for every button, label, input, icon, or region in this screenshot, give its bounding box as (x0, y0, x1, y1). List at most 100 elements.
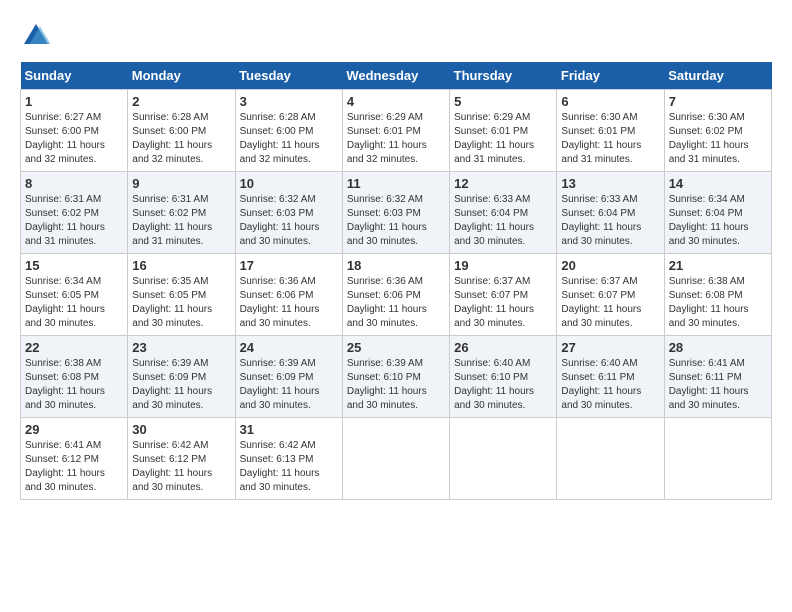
day-number: 6 (561, 94, 659, 109)
calendar-cell: 12 Sunrise: 6:33 AMSunset: 6:04 PMDaylig… (450, 172, 557, 254)
week-row-3: 15 Sunrise: 6:34 AMSunset: 6:05 PMDaylig… (21, 254, 772, 336)
day-number: 8 (25, 176, 123, 191)
day-number: 10 (240, 176, 338, 191)
weekday-header-tuesday: Tuesday (235, 62, 342, 90)
calendar-cell: 19 Sunrise: 6:37 AMSunset: 6:07 PMDaylig… (450, 254, 557, 336)
calendar-cell: 1 Sunrise: 6:27 AMSunset: 6:00 PMDayligh… (21, 90, 128, 172)
calendar-cell: 3 Sunrise: 6:28 AMSunset: 6:00 PMDayligh… (235, 90, 342, 172)
day-info: Sunrise: 6:27 AMSunset: 6:00 PMDaylight:… (25, 111, 123, 167)
day-info: Sunrise: 6:38 AMSunset: 6:08 PMDaylight:… (25, 357, 123, 413)
day-info: Sunrise: 6:30 AMSunset: 6:02 PMDaylight:… (669, 111, 767, 167)
calendar-cell: 9 Sunrise: 6:31 AMSunset: 6:02 PMDayligh… (128, 172, 235, 254)
day-number: 13 (561, 176, 659, 191)
day-number: 29 (25, 422, 123, 437)
day-info: Sunrise: 6:33 AMSunset: 6:04 PMDaylight:… (454, 193, 552, 249)
calendar-cell: 16 Sunrise: 6:35 AMSunset: 6:05 PMDaylig… (128, 254, 235, 336)
day-info: Sunrise: 6:36 AMSunset: 6:06 PMDaylight:… (240, 275, 338, 331)
calendar-cell: 10 Sunrise: 6:32 AMSunset: 6:03 PMDaylig… (235, 172, 342, 254)
day-number: 22 (25, 340, 123, 355)
calendar-cell: 27 Sunrise: 6:40 AMSunset: 6:11 PMDaylig… (557, 336, 664, 418)
day-info: Sunrise: 6:29 AMSunset: 6:01 PMDaylight:… (347, 111, 445, 167)
day-info: Sunrise: 6:41 AMSunset: 6:11 PMDaylight:… (669, 357, 767, 413)
weekday-header-row: SundayMondayTuesdayWednesdayThursdayFrid… (21, 62, 772, 90)
calendar-cell: 13 Sunrise: 6:33 AMSunset: 6:04 PMDaylig… (557, 172, 664, 254)
day-info: Sunrise: 6:37 AMSunset: 6:07 PMDaylight:… (561, 275, 659, 331)
calendar-cell (664, 418, 771, 500)
logo (20, 20, 56, 52)
calendar-cell: 2 Sunrise: 6:28 AMSunset: 6:00 PMDayligh… (128, 90, 235, 172)
calendar-cell: 17 Sunrise: 6:36 AMSunset: 6:06 PMDaylig… (235, 254, 342, 336)
day-info: Sunrise: 6:32 AMSunset: 6:03 PMDaylight:… (240, 193, 338, 249)
day-number: 11 (347, 176, 445, 191)
day-info: Sunrise: 6:34 AMSunset: 6:05 PMDaylight:… (25, 275, 123, 331)
calendar-cell: 26 Sunrise: 6:40 AMSunset: 6:10 PMDaylig… (450, 336, 557, 418)
day-number: 9 (132, 176, 230, 191)
week-row-1: 1 Sunrise: 6:27 AMSunset: 6:00 PMDayligh… (21, 90, 772, 172)
calendar-cell: 28 Sunrise: 6:41 AMSunset: 6:11 PMDaylig… (664, 336, 771, 418)
calendar-cell: 21 Sunrise: 6:38 AMSunset: 6:08 PMDaylig… (664, 254, 771, 336)
day-number: 4 (347, 94, 445, 109)
day-number: 23 (132, 340, 230, 355)
day-number: 2 (132, 94, 230, 109)
day-info: Sunrise: 6:39 AMSunset: 6:09 PMDaylight:… (240, 357, 338, 413)
calendar-cell (450, 418, 557, 500)
day-info: Sunrise: 6:28 AMSunset: 6:00 PMDaylight:… (240, 111, 338, 167)
week-row-4: 22 Sunrise: 6:38 AMSunset: 6:08 PMDaylig… (21, 336, 772, 418)
weekday-header-friday: Friday (557, 62, 664, 90)
day-info: Sunrise: 6:30 AMSunset: 6:01 PMDaylight:… (561, 111, 659, 167)
day-number: 27 (561, 340, 659, 355)
day-info: Sunrise: 6:35 AMSunset: 6:05 PMDaylight:… (132, 275, 230, 331)
calendar-cell: 4 Sunrise: 6:29 AMSunset: 6:01 PMDayligh… (342, 90, 449, 172)
weekday-header-thursday: Thursday (450, 62, 557, 90)
day-info: Sunrise: 6:33 AMSunset: 6:04 PMDaylight:… (561, 193, 659, 249)
day-info: Sunrise: 6:34 AMSunset: 6:04 PMDaylight:… (669, 193, 767, 249)
day-number: 19 (454, 258, 552, 273)
day-number: 28 (669, 340, 767, 355)
calendar-cell (342, 418, 449, 500)
day-info: Sunrise: 6:41 AMSunset: 6:12 PMDaylight:… (25, 439, 123, 495)
day-info: Sunrise: 6:31 AMSunset: 6:02 PMDaylight:… (132, 193, 230, 249)
calendar-cell: 11 Sunrise: 6:32 AMSunset: 6:03 PMDaylig… (342, 172, 449, 254)
calendar-cell: 14 Sunrise: 6:34 AMSunset: 6:04 PMDaylig… (664, 172, 771, 254)
day-info: Sunrise: 6:37 AMSunset: 6:07 PMDaylight:… (454, 275, 552, 331)
calendar-cell: 23 Sunrise: 6:39 AMSunset: 6:09 PMDaylig… (128, 336, 235, 418)
day-info: Sunrise: 6:29 AMSunset: 6:01 PMDaylight:… (454, 111, 552, 167)
logo-icon (20, 20, 52, 52)
day-number: 12 (454, 176, 552, 191)
calendar-cell: 30 Sunrise: 6:42 AMSunset: 6:12 PMDaylig… (128, 418, 235, 500)
calendar-cell: 29 Sunrise: 6:41 AMSunset: 6:12 PMDaylig… (21, 418, 128, 500)
day-number: 31 (240, 422, 338, 437)
day-number: 15 (25, 258, 123, 273)
day-number: 7 (669, 94, 767, 109)
day-number: 26 (454, 340, 552, 355)
week-row-5: 29 Sunrise: 6:41 AMSunset: 6:12 PMDaylig… (21, 418, 772, 500)
day-info: Sunrise: 6:32 AMSunset: 6:03 PMDaylight:… (347, 193, 445, 249)
weekday-header-sunday: Sunday (21, 62, 128, 90)
day-number: 14 (669, 176, 767, 191)
day-info: Sunrise: 6:42 AMSunset: 6:13 PMDaylight:… (240, 439, 338, 495)
day-number: 20 (561, 258, 659, 273)
day-info: Sunrise: 6:28 AMSunset: 6:00 PMDaylight:… (132, 111, 230, 167)
calendar-cell: 7 Sunrise: 6:30 AMSunset: 6:02 PMDayligh… (664, 90, 771, 172)
day-info: Sunrise: 6:39 AMSunset: 6:09 PMDaylight:… (132, 357, 230, 413)
day-number: 30 (132, 422, 230, 437)
calendar-cell: 6 Sunrise: 6:30 AMSunset: 6:01 PMDayligh… (557, 90, 664, 172)
calendar-cell: 22 Sunrise: 6:38 AMSunset: 6:08 PMDaylig… (21, 336, 128, 418)
page-header (20, 20, 772, 52)
day-number: 17 (240, 258, 338, 273)
day-info: Sunrise: 6:40 AMSunset: 6:11 PMDaylight:… (561, 357, 659, 413)
calendar-cell: 20 Sunrise: 6:37 AMSunset: 6:07 PMDaylig… (557, 254, 664, 336)
day-info: Sunrise: 6:36 AMSunset: 6:06 PMDaylight:… (347, 275, 445, 331)
day-number: 3 (240, 94, 338, 109)
weekday-header-saturday: Saturday (664, 62, 771, 90)
day-info: Sunrise: 6:42 AMSunset: 6:12 PMDaylight:… (132, 439, 230, 495)
day-number: 21 (669, 258, 767, 273)
calendar-table: SundayMondayTuesdayWednesdayThursdayFrid… (20, 62, 772, 500)
calendar-cell: 25 Sunrise: 6:39 AMSunset: 6:10 PMDaylig… (342, 336, 449, 418)
calendar-cell: 24 Sunrise: 6:39 AMSunset: 6:09 PMDaylig… (235, 336, 342, 418)
day-number: 18 (347, 258, 445, 273)
day-number: 24 (240, 340, 338, 355)
day-info: Sunrise: 6:39 AMSunset: 6:10 PMDaylight:… (347, 357, 445, 413)
day-number: 16 (132, 258, 230, 273)
calendar-cell: 8 Sunrise: 6:31 AMSunset: 6:02 PMDayligh… (21, 172, 128, 254)
